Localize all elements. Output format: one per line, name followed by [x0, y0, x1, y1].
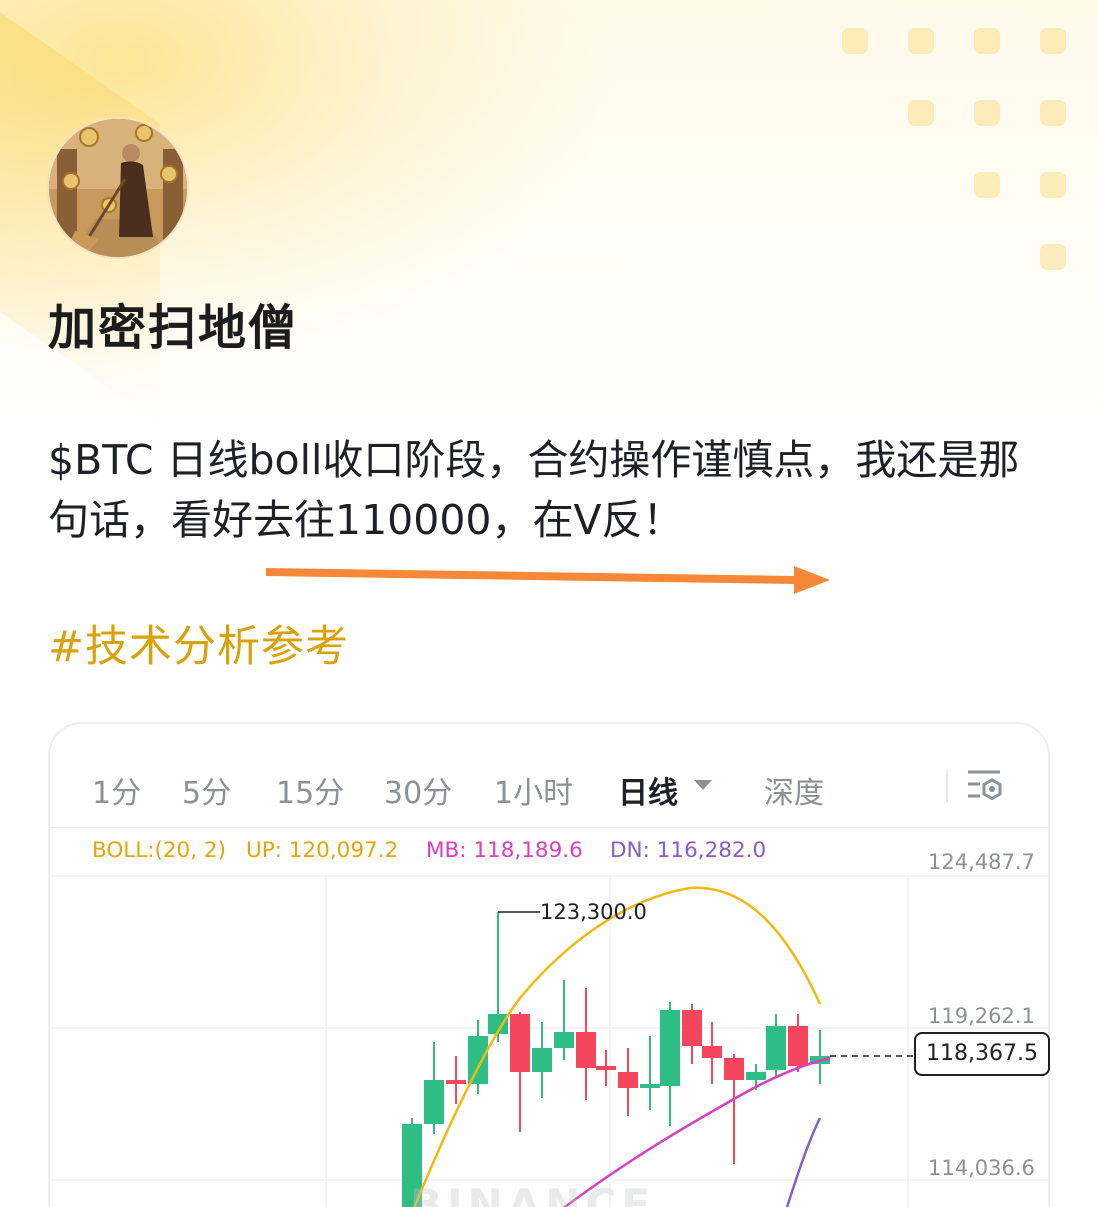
chevron-down-icon[interactable] — [694, 780, 712, 790]
hashtag-link[interactable]: #技术分析参考 — [48, 612, 349, 674]
price-axis-label: 119,262.1 — [928, 1004, 1035, 1028]
monk-sweeping-image — [49, 119, 187, 257]
tab-1h[interactable]: 1小时 — [494, 768, 573, 812]
chart-settings-icon[interactable] — [962, 766, 1006, 806]
author-avatar[interactable] — [47, 117, 189, 259]
timeframe-tabs: 1分 5分 15分 30分 1小时 日线 深度 — [50, 724, 1048, 828]
orange-arrow-annotation — [266, 566, 830, 594]
tab-divider — [946, 770, 948, 802]
kline-chart-card: 1分 5分 15分 30分 1小时 日线 深度 BOLL:(20, 2) UP:… — [48, 722, 1050, 1207]
tab-5m[interactable]: 5分 — [182, 768, 231, 812]
boll-lower-line — [785, 1117, 822, 1207]
tab-1m[interactable]: 1分 — [92, 768, 141, 812]
price-axis-label: 114,036.6 — [928, 1156, 1035, 1180]
author-name[interactable]: 加密扫地僧 — [48, 288, 298, 358]
tab-daily[interactable]: 日线 — [618, 768, 678, 812]
current-price-tag: 118,367.5 — [914, 1032, 1050, 1076]
price-axis-label: 124,487.7 — [928, 850, 1035, 874]
post-body-text: $BTC 日线boll收口阶段，合约操作谨慎点，我还是那句话，看好去往11000… — [48, 436, 1020, 544]
tab-15m[interactable]: 15分 — [276, 768, 344, 812]
candles — [402, 912, 830, 1207]
tab-30m[interactable]: 30分 — [384, 768, 452, 812]
binance-watermark: BINANCE — [410, 1180, 655, 1207]
high-price-label: 123,300.0 — [540, 900, 647, 924]
tab-depth[interactable]: 深度 — [764, 768, 824, 812]
candlestick-plot[interactable] — [50, 828, 1048, 1207]
